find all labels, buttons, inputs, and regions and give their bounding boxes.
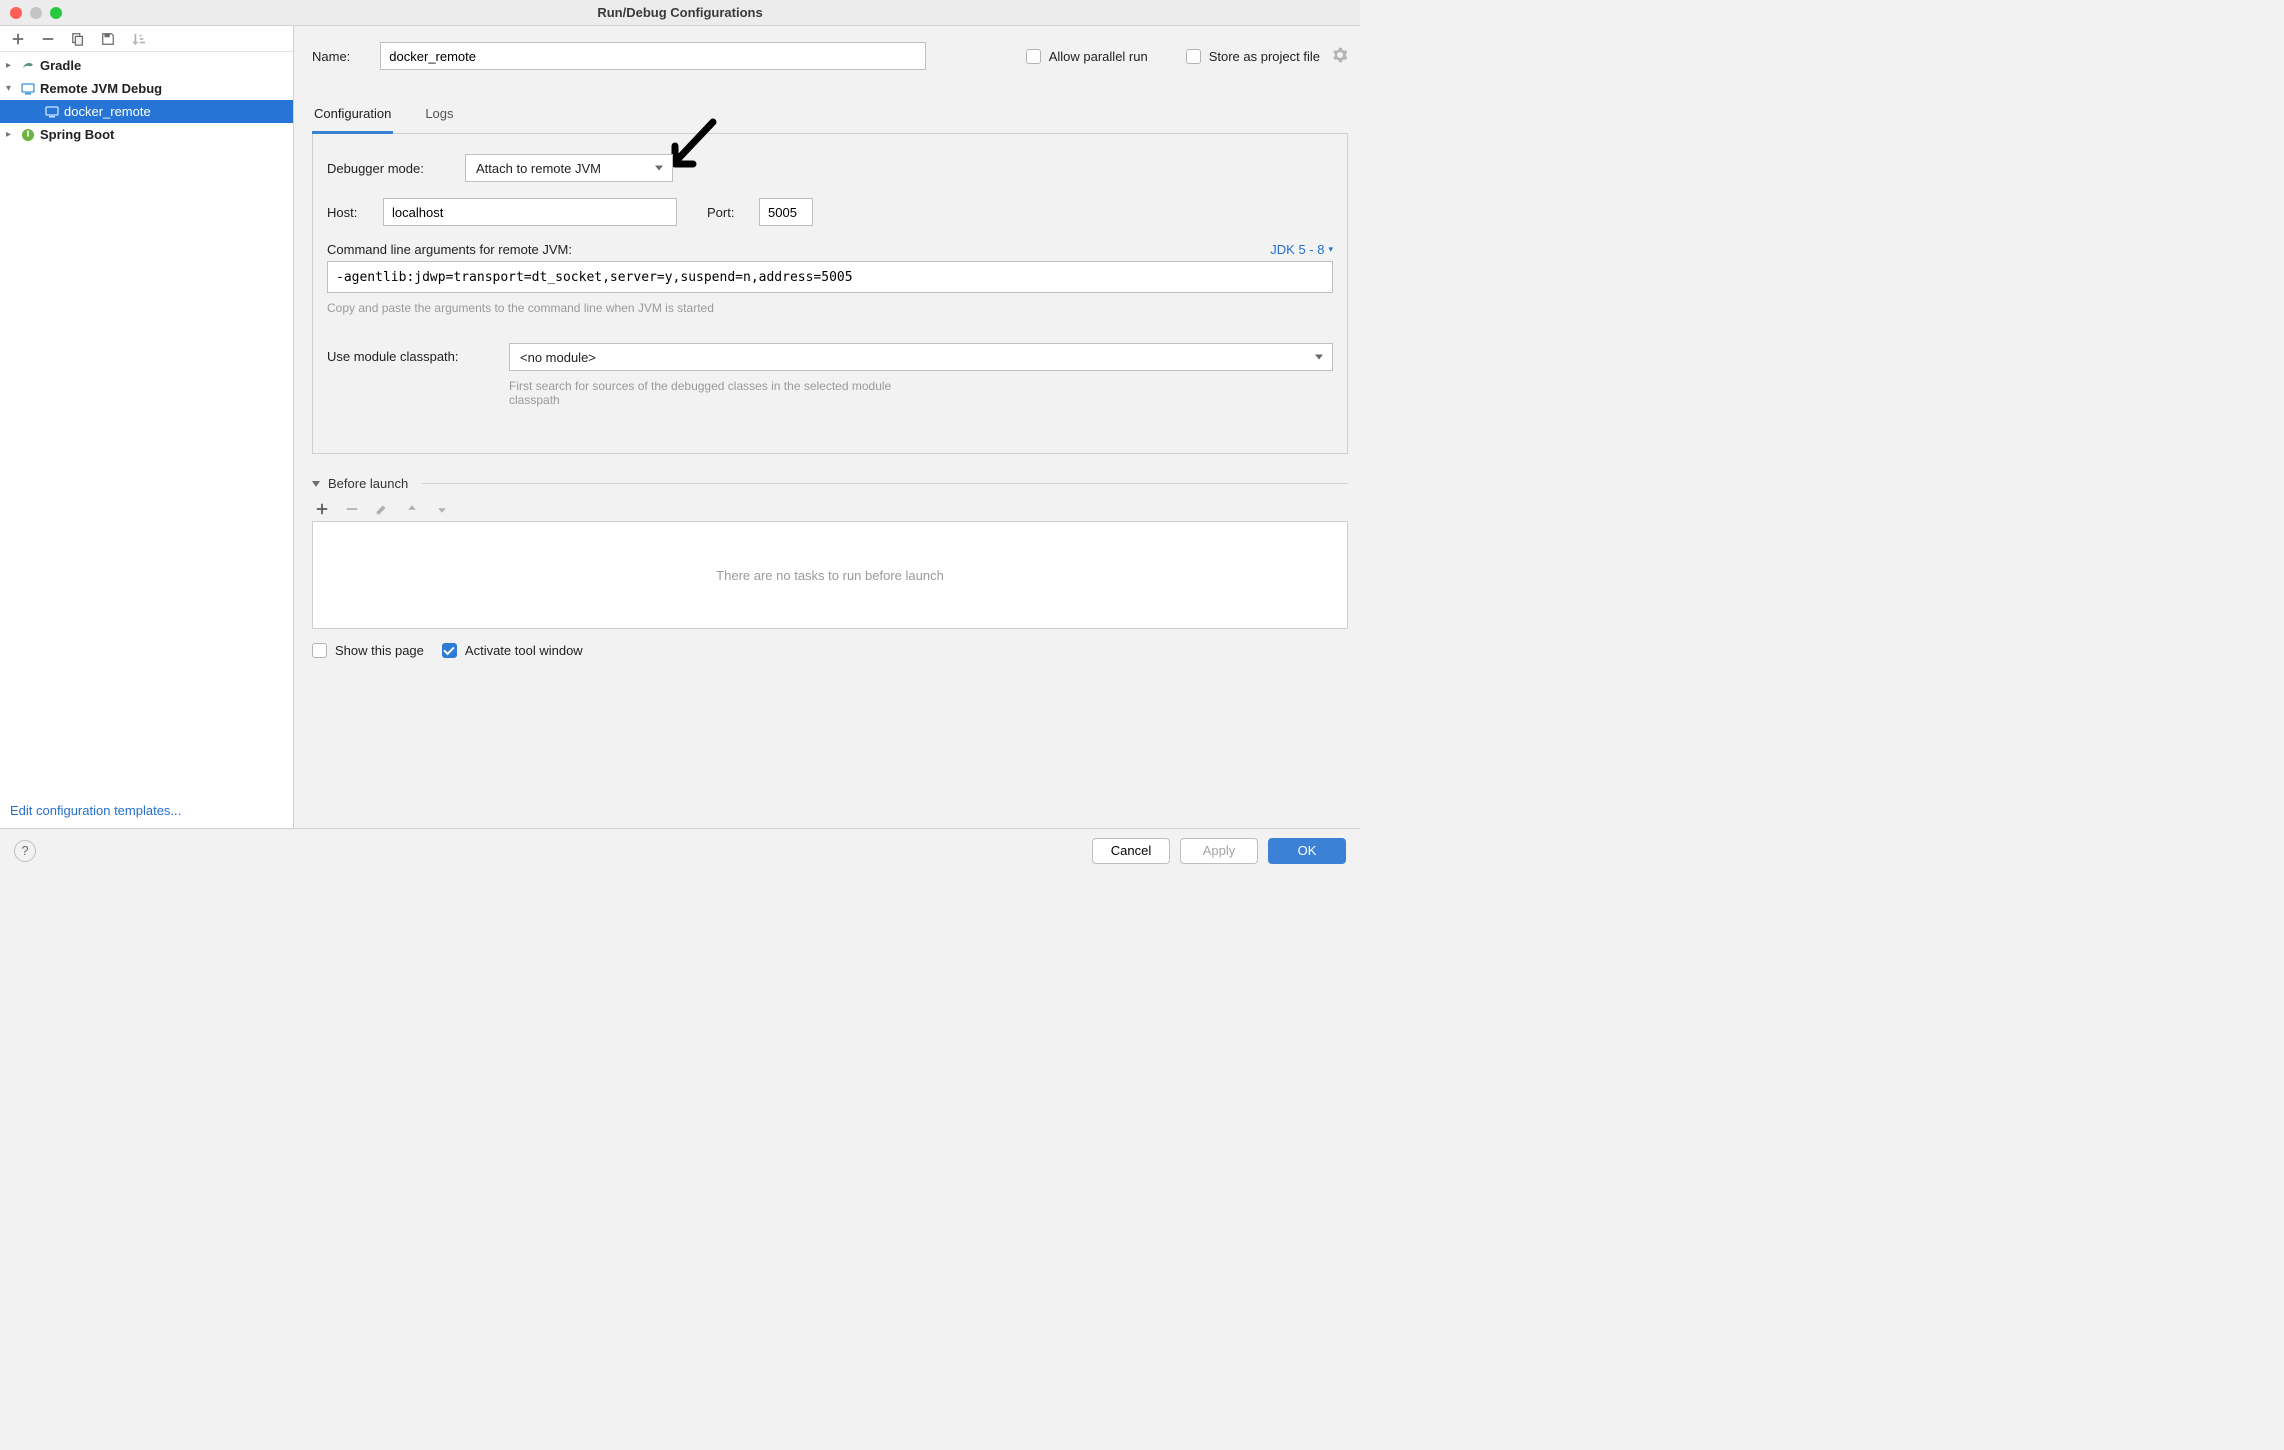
checkbox-icon [1186, 49, 1201, 64]
name-input[interactable] [380, 42, 926, 70]
gear-icon[interactable] [1332, 47, 1348, 66]
configuration-panel: Debugger mode: Attach to remote JVM Host… [312, 134, 1348, 454]
cancel-button[interactable]: Cancel [1092, 838, 1170, 864]
gradle-icon [20, 58, 36, 74]
classpath-select[interactable]: <no module> [509, 343, 1333, 371]
tree-item-remote-jvm[interactable]: ▾ Remote JVM Debug [0, 77, 293, 100]
add-task-icon[interactable] [314, 501, 330, 517]
close-window-button[interactable] [10, 7, 22, 19]
task-list: There are no tasks to run before launch [312, 521, 1348, 629]
chevron-down-icon: ▾ [6, 83, 16, 94]
tree-item-spring-boot[interactable]: ▸ Spring Boot [0, 123, 293, 146]
remove-task-icon[interactable] [344, 501, 360, 517]
triangle-down-icon [312, 481, 320, 487]
host-label: Host: [327, 205, 371, 220]
config-tree: ▸ Gradle ▾ Remote JVM Debug docker_remot… [0, 52, 293, 793]
show-page-checkbox[interactable]: Show this page [312, 643, 424, 658]
help-button[interactable]: ? [14, 840, 36, 862]
cmdline-label: Command line arguments for remote JVM: [327, 242, 572, 257]
minimize-window-button[interactable] [30, 7, 42, 19]
tree-label: Spring Boot [40, 127, 114, 142]
tree-item-gradle[interactable]: ▸ Gradle [0, 54, 293, 77]
remote-jvm-icon [44, 104, 60, 120]
allow-parallel-checkbox[interactable]: Allow parallel run [1026, 49, 1148, 64]
store-project-label: Store as project file [1209, 49, 1320, 64]
maximize-window-button[interactable] [50, 7, 62, 19]
remote-jvm-icon [20, 81, 36, 97]
debugger-mode-value: Attach to remote JVM [476, 161, 601, 176]
classpath-value: <no module> [520, 350, 596, 365]
cmdline-hint: Copy and paste the arguments to the comm… [327, 301, 1333, 315]
debugger-mode-label: Debugger mode: [327, 161, 453, 176]
chevron-right-icon: ▸ [6, 129, 16, 140]
save-template-icon[interactable] [100, 31, 116, 47]
content-panel: Name: Allow parallel run Store as projec… [294, 26, 1360, 828]
ok-button[interactable]: OK [1268, 838, 1346, 864]
before-launch-title: Before launch [328, 476, 408, 491]
store-project-checkbox[interactable]: Store as project file [1186, 47, 1348, 66]
edit-task-icon[interactable] [374, 501, 390, 517]
cmdline-input[interactable] [327, 261, 1333, 293]
jdk-version-link[interactable]: JDK 5 - 8 ▾ [1270, 242, 1333, 257]
move-up-icon[interactable] [404, 501, 420, 517]
window-title: Run/Debug Configurations [597, 5, 762, 20]
edit-templates-link[interactable]: Edit configuration templates... [10, 803, 181, 818]
tree-label: Remote JVM Debug [40, 81, 162, 96]
checkbox-checked-icon [442, 643, 457, 658]
allow-parallel-label: Allow parallel run [1049, 49, 1148, 64]
checkbox-icon [312, 643, 327, 658]
add-config-icon[interactable] [10, 31, 26, 47]
port-input[interactable] [759, 198, 813, 226]
sidebar-toolbar [0, 26, 293, 52]
activate-tool-checkbox[interactable]: Activate tool window [442, 643, 583, 658]
tab-configuration[interactable]: Configuration [312, 98, 393, 134]
sort-icon[interactable] [130, 31, 146, 47]
config-tabs: Configuration Logs [312, 98, 1348, 134]
tree-label: Gradle [40, 58, 81, 73]
tree-label: docker_remote [64, 104, 151, 119]
dialog-footer: ? Cancel Apply OK [0, 828, 1360, 872]
empty-tasks-text: There are no tasks to run before launch [716, 568, 944, 583]
jdk-version-text: JDK 5 - 8 [1270, 242, 1324, 257]
apply-button[interactable]: Apply [1180, 838, 1258, 864]
chevron-down-icon: ▾ [1328, 244, 1333, 255]
divider [422, 483, 1348, 484]
tree-item-docker-remote[interactable]: docker_remote [0, 100, 293, 123]
sidebar: ▸ Gradle ▾ Remote JVM Debug docker_remot… [0, 26, 294, 828]
move-down-icon[interactable] [434, 501, 450, 517]
before-launch-toolbar [312, 497, 1348, 521]
chevron-right-icon: ▸ [6, 60, 16, 71]
titlebar: Run/Debug Configurations [0, 0, 1360, 26]
classpath-hint: First search for sources of the debugged… [509, 379, 909, 407]
activate-tool-label: Activate tool window [465, 643, 583, 658]
window-controls [0, 7, 62, 19]
copy-config-icon[interactable] [70, 31, 86, 47]
classpath-label: Use module classpath: [327, 343, 497, 364]
before-launch-header[interactable]: Before launch [312, 476, 1348, 491]
before-launch-section: Before launch [312, 476, 1348, 658]
tab-logs[interactable]: Logs [423, 98, 455, 134]
remove-config-icon[interactable] [40, 31, 56, 47]
name-label: Name: [312, 49, 350, 64]
checkbox-icon [1026, 49, 1041, 64]
show-page-label: Show this page [335, 643, 424, 658]
debugger-mode-select[interactable]: Attach to remote JVM [465, 154, 673, 182]
spring-boot-icon [20, 127, 36, 143]
host-input[interactable] [383, 198, 677, 226]
port-label: Port: [707, 205, 747, 220]
